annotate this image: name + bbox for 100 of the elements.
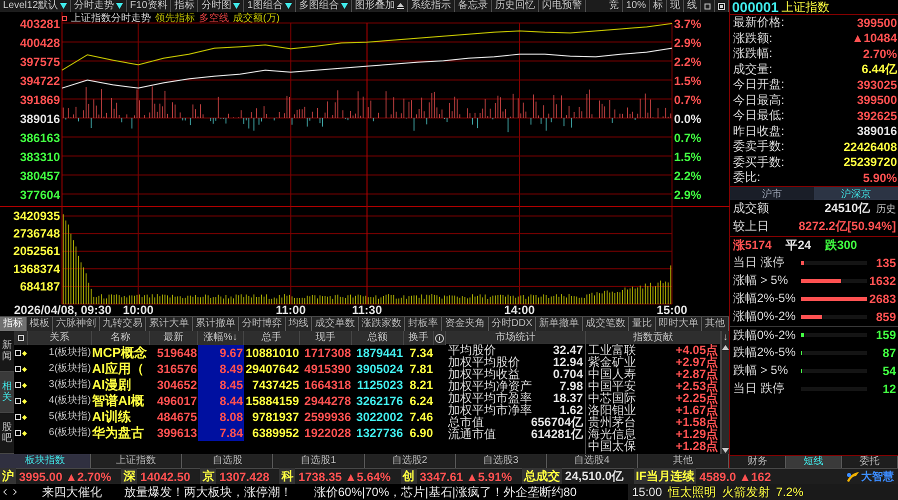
contribution-value: +1.58点 (676, 416, 718, 428)
axis-label: 394722 (20, 74, 60, 88)
table-cell-text: 15884159 (244, 393, 300, 409)
contribution-value: +2.53点 (676, 380, 718, 392)
range-label: 当日 涨停 (733, 254, 786, 271)
contribution-value: +2.25点 (676, 392, 718, 404)
index-value: 3347.61 (420, 470, 464, 484)
contribution-value: +1.67点 (676, 404, 718, 416)
axis-label: 1.5% (674, 74, 702, 88)
stat-value: 656704亿 (530, 416, 583, 428)
table-cell: 8.08 (198, 409, 244, 425)
market-label: IF当月连续 (634, 468, 696, 485)
index-change: ▲5.91% (466, 470, 512, 484)
stat-value: 614281亿 (530, 428, 583, 440)
range-count: 159 (874, 328, 896, 342)
range-label: 涨幅 > 5% (733, 272, 790, 289)
table-cell-text: 6.90 (408, 425, 434, 441)
table-cell-text: 3022002 (355, 409, 404, 425)
table-cell-text: 7.46 (408, 409, 434, 425)
advancers-count: 涨5174 (733, 236, 772, 254)
table-cell: 8.45 (198, 377, 244, 393)
legend-label: 成交额(万) (233, 13, 280, 24)
axis-label: 14:00 (504, 303, 535, 316)
decliners-count: 跌300 (825, 236, 858, 254)
quote-value: 392625 (856, 108, 897, 123)
table-cell: 8.49 (198, 361, 244, 377)
table-cell-text: 3905024 (355, 361, 404, 377)
table-cell-text: 1327736 (355, 425, 404, 441)
table-cell-text: 316576 (156, 361, 198, 377)
quote-label: 今日最低: (733, 107, 784, 124)
quote-value: 399500 (856, 16, 897, 30)
contribution-value: +2.87点 (676, 368, 718, 380)
axis-label: 0.7% (674, 93, 702, 107)
stat-label: 加权平均市净率 (448, 404, 532, 416)
quote-label: 涨跌幅: (733, 45, 772, 62)
table-cell-text: MCP概念 (92, 345, 148, 361)
stat-value: 12.94 (552, 356, 583, 368)
market-label: 总成交 (522, 468, 562, 485)
table-cell-text: 4915390 (303, 361, 352, 377)
axis-label: 0.0% (674, 112, 702, 126)
market-label: 科 (279, 468, 296, 485)
table-cell: 7.84 (198, 425, 244, 441)
axis-label: 2.9% (674, 188, 702, 202)
range-label: 跌幅 > 5% (733, 362, 790, 379)
legend-label: 上证指数分时走势 (71, 13, 151, 24)
axis-label: 3420935 (13, 209, 60, 223)
logo-text: 大智慧 (861, 470, 894, 484)
stat-label: 加权平均市盈率 (448, 392, 532, 404)
quote-value: 22426408 (844, 140, 897, 154)
range-count: 87 (882, 346, 896, 360)
stock-name: 贵州茅台 (588, 416, 636, 428)
table-cell-text: AI训练 (92, 409, 132, 425)
market-label: 沪 (0, 468, 16, 485)
stat-label: 加权平均净资产 (448, 380, 532, 392)
stock-code: 000001 (732, 0, 779, 15)
table-cell-text: 5(板块指) (48, 410, 92, 424)
quote-value: 393025 (856, 78, 897, 92)
index-change: ▲5.64% (344, 470, 391, 484)
axis-label: 2736748 (13, 226, 60, 241)
stat-label: 平均股价 (448, 344, 496, 356)
contribution-value: +1.29点 (676, 428, 718, 440)
range-count: 1632 (868, 274, 896, 288)
sort-mark: ↓ (723, 331, 728, 344)
quote-value: 2.70% (862, 46, 897, 61)
quote-label: 委买手数: (733, 154, 784, 171)
table-cell-text: AI漫剧 (92, 377, 132, 393)
table-cell-text: 智谱AI概 (92, 393, 145, 409)
axis-label: 383310 (20, 150, 60, 164)
axis-label: 403281 (20, 17, 60, 31)
range-count: 2683 (868, 292, 896, 306)
range-count: 135 (874, 256, 896, 270)
table-cell-text: 1(板块指) (48, 346, 92, 360)
range-count: 54 (882, 364, 896, 378)
quote-label: 委卖手数: (733, 138, 784, 156)
legend-label: 领先指标 (155, 13, 195, 24)
table-cell-text: 484675 (156, 409, 198, 425)
axis-label: 0.7% (674, 131, 702, 145)
compare-value: 8272.2亿[50.94%] (798, 218, 896, 235)
quote-value: 25239720 (844, 155, 897, 170)
table-cell-text: 1922028 (303, 425, 352, 441)
quote-value: 389016 (856, 124, 897, 138)
range-label: 跌幅0%-2% (733, 326, 797, 344)
quote-label: 最新价格: (733, 14, 784, 32)
turnover-value: 24510亿 (824, 200, 870, 217)
range-label: 当日 跌停 (733, 380, 786, 397)
quote-label: 昨日收盘: (733, 122, 784, 140)
table-cell-text: 6(板块指) (48, 426, 92, 440)
table-cell-text: 4(板块指) (48, 394, 92, 408)
index-value: 14042.50 (140, 470, 190, 484)
axis-label: 1.5% (674, 150, 702, 164)
axis-label: 10:00 (122, 303, 154, 316)
stock-name: 中国平安 (588, 380, 636, 392)
table-cell-text: 3262176 (355, 393, 404, 409)
axis-label: 380457 (20, 169, 60, 183)
table-cell: 8.44 (198, 393, 244, 409)
stock-name: 洛阳钼业 (588, 404, 636, 416)
stock-name: 中国太保 (588, 440, 636, 452)
index-change: ▲162 (739, 470, 772, 484)
axis-label: 1368374 (13, 262, 60, 276)
table-cell-text: 7.81 (408, 361, 434, 377)
